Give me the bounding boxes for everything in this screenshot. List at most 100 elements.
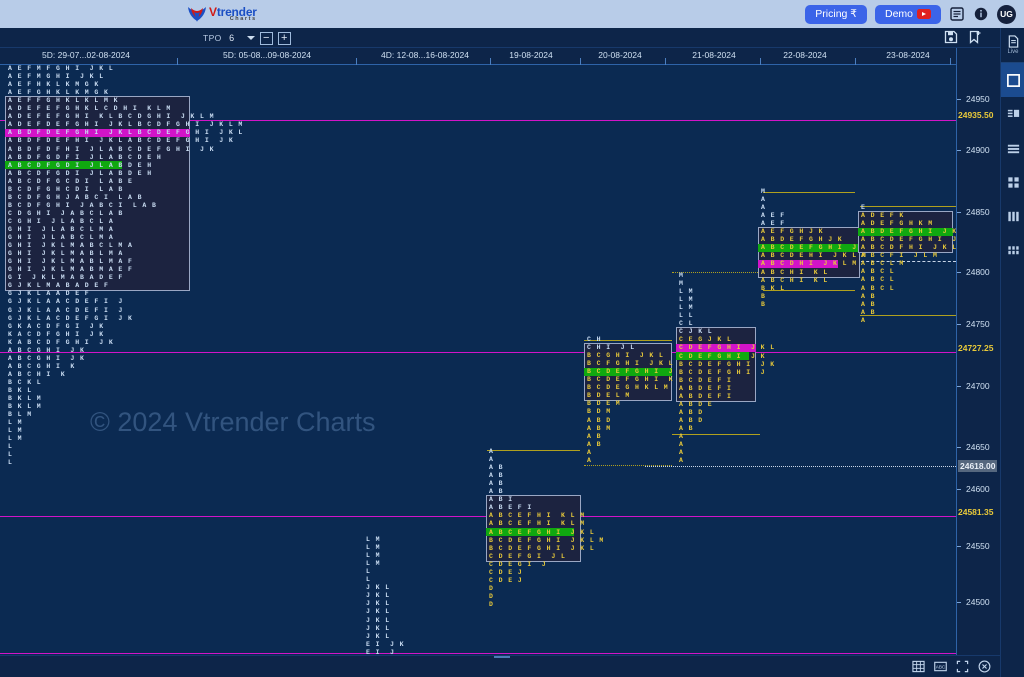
tpo-row: A <box>761 204 766 212</box>
price-tick-mark-8 <box>957 546 961 547</box>
tpo-row: A <box>587 456 592 464</box>
rail-item-grid4[interactable] <box>1001 165 1024 199</box>
date-label-6: 22-08-2024 <box>783 50 827 60</box>
tpo-row: B C G H I J K L <box>587 352 664 360</box>
tpo-row: M <box>761 188 766 195</box>
tpo-row: G H I J K L M A B L M A F <box>8 258 133 266</box>
tpo-row: B K L <box>761 284 786 292</box>
horizontal-scrollbar[interactable] <box>494 656 510 658</box>
tpo-row: A <box>679 441 684 449</box>
tpo-row: J K L <box>366 632 391 640</box>
tpo-row: G J K L A A D E F <box>8 290 90 298</box>
tpo-row: A B C G H I J K <box>8 346 85 354</box>
rail-item-grid-dense[interactable] <box>1001 233 1024 267</box>
tpo-row: A B D F D F H I J L A B C D E F G H I J … <box>8 145 215 153</box>
range-line-f <box>672 434 760 435</box>
tpo-row: A B D <box>679 408 704 416</box>
tpo-row: B D E L M <box>587 392 631 400</box>
tpo-row: G H I J L A B C L M A <box>8 226 114 233</box>
tpo-row: B D M <box>587 408 612 416</box>
save-icon[interactable] <box>944 30 958 44</box>
tpo-row: A B C L <box>861 284 895 292</box>
tpo-row: A B <box>489 464 504 472</box>
date-label-2: 4D: 12-08...16-08-2024 <box>381 50 469 60</box>
range-line-h <box>584 465 672 466</box>
tpo-row: M <box>679 272 684 279</box>
square-outline-icon <box>1006 73 1020 87</box>
tpo-row: A E F M G H I J K L <box>8 73 105 81</box>
tpo-row: G H I J K L M A B L M A <box>8 250 124 258</box>
price-tick-label-5: 24700 <box>966 381 990 391</box>
list-icon[interactable] <box>949 6 965 22</box>
tpo-row: A B <box>587 440 602 448</box>
vtrender-logo-icon <box>186 3 208 25</box>
date-label-5: 21-08-2024 <box>692 50 736 60</box>
tpo-row: A B D E F G H I J K L M <box>861 228 956 236</box>
tpo-row: A B D <box>587 416 612 424</box>
poc-line-magenta-low <box>0 516 956 517</box>
date-axis[interactable]: 5D: 29-07...02-08-2024 5D: 05-08...09-08-… <box>0 48 956 65</box>
tpo-row: L <box>8 459 13 467</box>
info-icon[interactable] <box>973 6 989 22</box>
tpo-row: J K L <box>366 592 391 600</box>
tpo-row: L M <box>679 288 694 296</box>
pricing-button[interactable]: Pricing ₹ <box>805 4 867 24</box>
tpo-row: B C K L <box>8 378 42 386</box>
date-label-4: 20-08-2024 <box>598 50 642 60</box>
tpo-row: L M <box>8 419 23 427</box>
date-label-0: 5D: 29-07...02-08-2024 <box>42 50 130 60</box>
tpo-row: L <box>366 576 371 584</box>
tpo-row: A D E F G H K M <box>861 220 934 228</box>
tpo-row: C D E F G I J L <box>489 552 566 560</box>
tpo-row: D <box>489 600 494 608</box>
price-tick-label-0: 24950 <box>966 94 990 104</box>
price-highlight-1: 24727.25 <box>958 343 994 353</box>
tpo-row: C L <box>679 320 694 328</box>
tpo-row: A B C E F H I K L M <box>489 520 586 528</box>
tpo-row: G J K L A C D E F G I J K <box>8 314 133 322</box>
tpo-row: A B <box>861 292 876 300</box>
tpo-row: L M <box>8 435 23 443</box>
tpo-row: J K L <box>366 624 391 632</box>
rail-item-rows[interactable] <box>1001 131 1024 165</box>
current-price-badge: 24618.00 <box>958 460 998 472</box>
range-line-i <box>487 450 580 451</box>
tpo-value[interactable]: 6 <box>227 33 237 43</box>
chevron-down-icon[interactable] <box>246 36 255 40</box>
rail-item-single-pane[interactable] <box>1001 63 1024 97</box>
date-label-3: 19-08-2024 <box>509 50 553 60</box>
tpo-row: A B C E F G H I J K L <box>489 528 595 536</box>
tpo-row: B L M <box>8 411 33 419</box>
fullscreen-icon[interactable] <box>956 660 970 674</box>
tpo-row: K A C D F G H I J K <box>8 330 105 338</box>
rail-item-columns[interactable] <box>1001 199 1024 233</box>
tpo-row: G H I J K L M A B C L M A <box>8 242 133 250</box>
tpo-row: A <box>679 449 684 457</box>
tpo-row: A E F M F G H I J K L <box>8 65 114 72</box>
tpo-row: L <box>366 568 371 576</box>
tpo-row: A B <box>489 480 504 488</box>
close-circle-icon[interactable] <box>978 660 992 674</box>
grid-4-icon <box>1007 176 1019 188</box>
avatar[interactable]: UG <box>997 4 1016 24</box>
brand-logo[interactable]: Vtrender Charts <box>186 1 266 27</box>
tpo-increase-button[interactable]: + <box>277 31 291 45</box>
watermark: © 2024 Vtrender Charts <box>90 407 376 437</box>
tpo-row: A B C D F H I J K L M <box>861 244 956 252</box>
tpo-row: L M <box>8 427 23 435</box>
price-axis[interactable]: 24950 24900 24850 24800 24750 24700 24650 24600… <box>956 48 1000 655</box>
tpo-decrease-button[interactable]: − <box>259 31 273 45</box>
bookmark-add-icon[interactable] <box>968 30 982 44</box>
demo-button[interactable]: Demo <box>874 4 941 24</box>
abc-icon[interactable]: ABC <box>934 660 948 674</box>
date-tick-4 <box>665 58 666 65</box>
tpo-row: A B D F D E F G H I J K L B C D E F G H … <box>8 129 244 137</box>
tpo-row: A B C D E H I J K L M <box>761 252 867 260</box>
grid-table-icon[interactable] <box>912 660 926 674</box>
rail-item-live[interactable]: Live <box>1001 28 1024 62</box>
rail-item-split-pane[interactable] <box>1001 97 1024 131</box>
tpo-row: G I J K L M A B A D E F <box>8 274 124 282</box>
tpo-row: C D G H I J A B C L A B <box>8 209 124 217</box>
chart-canvas[interactable]: © 2024 Vtrender Charts A E F M F G H I J… <box>0 65 956 655</box>
price-tick-label-3: 24800 <box>966 267 990 277</box>
